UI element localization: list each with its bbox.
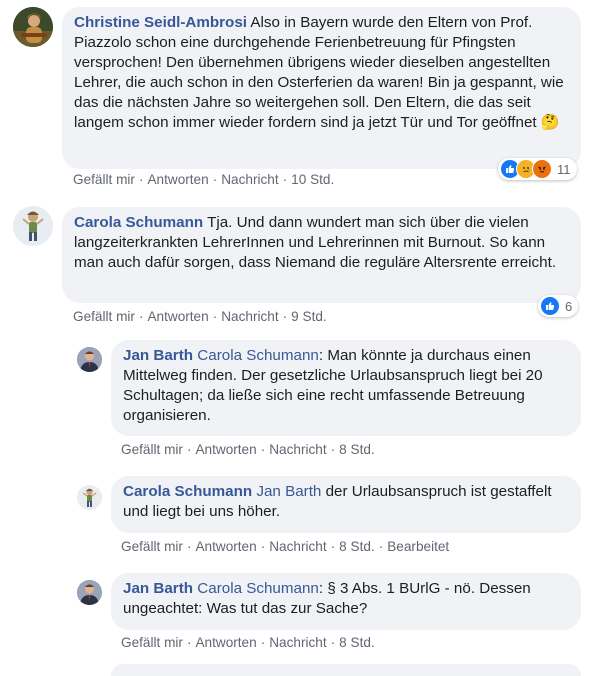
separator: · [330, 442, 336, 457]
like-icon [540, 296, 560, 316]
comment-actions: Gefällt mir · Antworten · Nachricht · 10 Std. [73, 172, 334, 187]
avatar[interactable] [77, 485, 102, 510]
timestamp[interactable]: 8 Std. [339, 635, 375, 650]
comment-actions: Gefällt mir · Antworten · Nachricht · 8 Std. [121, 635, 375, 650]
comment-bubble: Christine Seidl-Ambrosi Also in Bayern w… [62, 7, 581, 169]
timestamp[interactable]: 8 Std. [339, 539, 375, 554]
timestamp[interactable]: 8 Std. [339, 442, 375, 457]
comment-actions: Gefällt mir · Antworten · Nachricht · 9 Std. [73, 309, 327, 324]
comment-author[interactable]: Christine Seidl-Ambrosi [74, 14, 247, 31]
mention-link[interactable]: Carola Schumann [197, 580, 319, 597]
next-comment-bubble [111, 664, 581, 676]
separator: · [282, 309, 288, 324]
comment-text: Also in Bayern wurde den Eltern von Prof… [74, 14, 564, 131]
message-button[interactable]: Nachricht [221, 172, 278, 187]
comment-bubble: Carola Schumann Jan Barth der Urlaubsans… [111, 476, 581, 533]
comment-author[interactable]: Jan Barth [123, 580, 193, 597]
timestamp[interactable]: 9 Std. [291, 309, 327, 324]
thinking-emoji: 🤔 [540, 114, 560, 131]
reply-button[interactable]: Antworten [195, 442, 256, 457]
separator: · [260, 635, 266, 650]
profile-photo-icon [77, 347, 102, 372]
profile-photo-icon [77, 580, 102, 605]
like-button[interactable]: Gefällt mir [73, 172, 135, 187]
reply-button[interactable]: Antworten [195, 539, 256, 554]
comment-bubble: Carola Schumann Tja. Und dann wundert ma… [62, 207, 581, 303]
separator: · [212, 309, 218, 324]
angry-icon [532, 159, 552, 179]
comment-bubble: Jan Barth Carola Schumann: § 3 Abs. 1 BU… [111, 573, 581, 630]
reaction-count: 11 [557, 161, 571, 177]
avatar[interactable] [13, 206, 53, 246]
timestamp[interactable]: 10 Std. [291, 172, 334, 187]
reply-button[interactable]: Antworten [147, 309, 208, 324]
separator: · [138, 172, 144, 187]
edited-label[interactable]: Bearbeitet [387, 539, 449, 554]
separator: · [186, 442, 192, 457]
reaction-summary[interactable]: 11 [498, 158, 577, 180]
avatar[interactable] [77, 580, 102, 605]
like-button[interactable]: Gefällt mir [121, 635, 183, 650]
separator: · [260, 539, 266, 554]
avatar[interactable] [13, 7, 53, 47]
comment-actions: Gefällt mir · Antworten · Nachricht · 8 Std. [121, 442, 375, 457]
like-button[interactable]: Gefällt mir [73, 309, 135, 324]
message-button[interactable]: Nachricht [269, 442, 326, 457]
profile-photo-icon [13, 7, 53, 47]
mention-link[interactable]: Carola Schumann [197, 347, 319, 364]
separator: · [260, 442, 266, 457]
comment-actions: Gefällt mir · Antworten · Nachricht · 8 Std. · B… [121, 539, 449, 554]
reaction-count: 6 [565, 298, 573, 314]
separator: · [186, 539, 192, 554]
separator: · [330, 539, 336, 554]
profile-photo-icon [77, 485, 102, 510]
comment-bubble: Jan Barth Carola Schumann: Man könnte ja… [111, 340, 581, 436]
separator: · [186, 635, 192, 650]
like-button[interactable]: Gefällt mir [121, 539, 183, 554]
reply-button[interactable]: Antworten [195, 635, 256, 650]
separator: · [138, 309, 144, 324]
comment-author[interactable]: Carola Schumann [74, 214, 203, 231]
separator: · [212, 172, 218, 187]
message-button[interactable]: Nachricht [269, 635, 326, 650]
comment-author[interactable]: Jan Barth [123, 347, 193, 364]
reply-button[interactable]: Antworten [147, 172, 208, 187]
message-button[interactable]: Nachricht [221, 309, 278, 324]
separator: · [330, 635, 336, 650]
like-button[interactable]: Gefällt mir [121, 442, 183, 457]
profile-photo-icon [13, 206, 53, 246]
separator: · [282, 172, 288, 187]
avatar[interactable] [77, 347, 102, 372]
reaction-summary[interactable]: 6 [538, 295, 579, 317]
separator: · [378, 539, 384, 554]
mention-link[interactable]: Jan Barth [256, 483, 321, 500]
message-button[interactable]: Nachricht [269, 539, 326, 554]
comment-author[interactable]: Carola Schumann [123, 483, 252, 500]
